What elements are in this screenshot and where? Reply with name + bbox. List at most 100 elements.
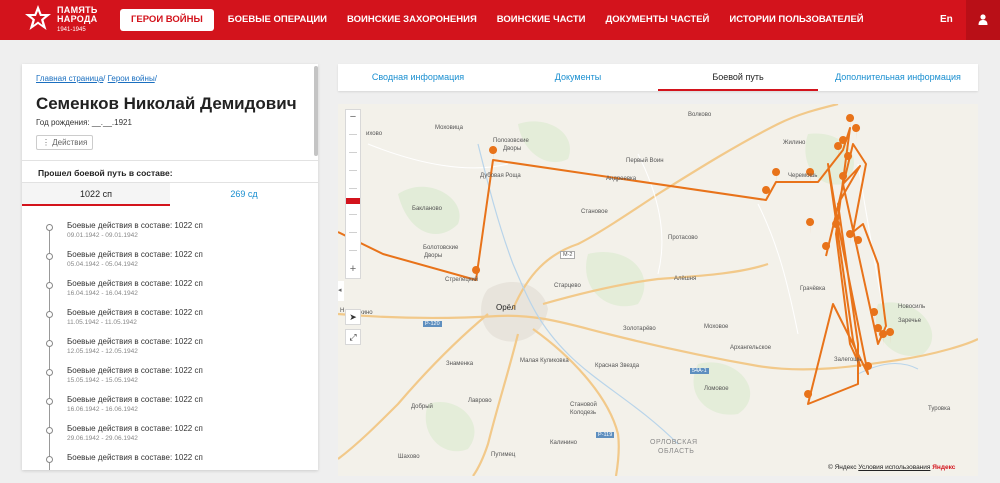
map-label: Колодезь	[570, 410, 597, 416]
zoom-in-button[interactable]: +	[346, 263, 360, 275]
copyright-text: © Яндекс	[828, 464, 857, 471]
tab-additional-info[interactable]: Дополнительная информация	[818, 64, 978, 91]
map-label: Андреевка	[606, 176, 637, 182]
road-label: М-2	[560, 251, 576, 259]
actions-button[interactable]: ⋮ Действия	[36, 135, 94, 150]
map-copyright: © Яндекс Условия использования Яндекс	[828, 464, 955, 471]
map-region-label: ОРЛОВСКАЯ	[650, 439, 698, 446]
combat-path-title: Прошел боевой путь в составе:	[38, 168, 173, 178]
map-label: Н	[340, 308, 345, 314]
timeline-item-title: Боевые действия в составе: 1022 сп	[67, 221, 203, 230]
nav-operations[interactable]: БОЕВЫЕ ОПЕРАЦИИ	[218, 0, 337, 40]
combat-timeline: Боевые действия в составе: 1022 сп 09.01…	[22, 212, 318, 470]
logo[interactable]: ПАМЯТЬ НАРОДА 1941-1945	[24, 3, 104, 37]
map-label: Полозовские	[493, 138, 529, 144]
card-scrollbar[interactable]	[314, 66, 318, 156]
combat-path-map[interactable]: Моховица ихово Полозовские Дворы Волково…	[338, 104, 978, 476]
timeline-item-title: Боевые действия в составе: 1022 сп	[67, 308, 203, 317]
timeline-item-date: 15.05.1942 - 15.05.1942	[67, 377, 138, 384]
timeline-item[interactable]: Боевые действия в составе: 1022 сп 16.06…	[22, 392, 318, 421]
terms-link[interactable]: Условия использования	[858, 464, 930, 471]
language-switch[interactable]: En	[940, 14, 953, 25]
road-label: 54А-1	[690, 368, 709, 374]
user-icon	[978, 14, 988, 25]
timeline-item[interactable]: Боевые действия в составе: 1022 сп 09.01…	[22, 218, 318, 247]
main-nav: ГЕРОИ ВОЙНЫ БОЕВЫЕ ОПЕРАЦИИ ВОИНСКИЕ ЗАХ…	[120, 0, 874, 40]
logo-years: 1941-1945	[57, 27, 86, 33]
zoom-control: − +	[345, 109, 361, 279]
timeline-item[interactable]: Боевые действия в составе: 1022 сп 15.05…	[22, 363, 318, 392]
zoom-slider-thumb[interactable]	[346, 198, 360, 204]
birth-year: Год рождения: __.__.1921	[36, 118, 132, 127]
timeline-item[interactable]: Боевые действия в составе: 1022 сп 05.04…	[22, 247, 318, 276]
nav-burials[interactable]: ВОИНСКИЕ ЗАХОРОНЕНИЯ	[337, 0, 487, 40]
nav-heroes[interactable]: ГЕРОИ ВОЙНЫ	[120, 9, 214, 31]
map-label: Золотарёво	[623, 326, 656, 332]
tab-summary[interactable]: Сводная информация	[338, 64, 498, 91]
timeline-dot	[46, 427, 53, 434]
tab-combat-path[interactable]: Боевой путь	[658, 64, 818, 91]
timeline-item-title: Боевые действия в составе: 1022 сп	[67, 337, 203, 346]
chevron-left-icon[interactable]: ◂	[338, 281, 344, 301]
nav-units[interactable]: ВОИНСКИЕ ЧАСТИ	[487, 0, 596, 40]
hero-name: Семенков Николай Демидович	[36, 94, 297, 113]
map-city-label: Орёл	[496, 303, 516, 312]
map-label: Становой	[570, 402, 597, 408]
route-marker	[806, 218, 815, 234]
map-label: Новосиль	[898, 304, 926, 310]
timeline-item[interactable]: Боевые действия в составе: 1022 сп 29.06…	[22, 421, 318, 450]
zoom-out-button[interactable]: −	[346, 111, 360, 123]
unit-tab-1022[interactable]: 1022 сп	[22, 183, 170, 206]
map-label: Грачёвка	[800, 286, 826, 292]
timeline-dot	[46, 369, 53, 376]
breadcrumb-heroes[interactable]: Герои войны	[108, 74, 155, 83]
map-region-label: ОБЛАСТЬ	[658, 448, 695, 455]
locate-button[interactable]: ➤	[345, 309, 361, 325]
breadcrumb-home[interactable]: Главная страница	[36, 74, 103, 83]
timeline-dot	[46, 398, 53, 405]
timeline-dot	[46, 311, 53, 318]
star-icon	[25, 5, 51, 30]
timeline-dot	[46, 340, 53, 347]
road-label: Р-119	[596, 432, 615, 438]
user-button[interactable]	[966, 0, 1000, 40]
timeline-item-title: Боевые действия в составе: 1022 сп	[67, 279, 203, 288]
timeline-item-date: 05.04.1942 - 05.04.1942	[67, 261, 138, 268]
timeline-item[interactable]: Боевые действия в составе: 1022 сп	[22, 450, 318, 470]
map-label: Красная Звезда	[595, 363, 640, 369]
hero-card: Главная страница/ Герои войны/ Семенков …	[22, 64, 318, 470]
nav-unit-documents[interactable]: ДОКУМЕНТЫ ЧАСТЕЙ	[596, 0, 720, 40]
route-marker	[852, 124, 861, 140]
map-label: Туровка	[928, 406, 951, 412]
timeline-item[interactable]: Боевые действия в составе: 1022 сп 16.04…	[22, 276, 318, 305]
map-label: кино	[360, 310, 373, 316]
map-label: Дубовая Роща	[480, 173, 521, 179]
yandex-logo[interactable]: Яндекс	[932, 464, 955, 471]
map-label: Залегощь	[834, 357, 862, 363]
map-label: Волково	[688, 112, 712, 118]
timeline-item[interactable]: Боевые действия в составе: 1022 сп 12.05…	[22, 334, 318, 363]
nav-user-stories[interactable]: ИСТОРИИ ПОЛЬЗОВАТЕЛЕЙ	[719, 0, 873, 40]
timeline-item[interactable]: Боевые действия в составе: 1022 сп 11.05…	[22, 305, 318, 334]
map-label: Шахово	[398, 454, 420, 460]
timeline-item-title: Боевые действия в составе: 1022 сп	[67, 395, 203, 404]
fullscreen-button[interactable]: ⤢	[345, 329, 361, 345]
top-navigation-bar: ПАМЯТЬ НАРОДА 1941-1945 ГЕРОИ ВОЙНЫ БОЕВ…	[0, 0, 1000, 40]
unit-tab-269[interactable]: 269 сд	[170, 183, 318, 206]
route-marker	[886, 328, 895, 344]
map-label: Черемошь	[788, 173, 818, 179]
route-marker	[846, 230, 855, 246]
timeline-item-date: 16.06.1942 - 16.06.1942	[67, 406, 138, 413]
tab-documents[interactable]: Документы	[498, 64, 658, 91]
timeline-dot	[46, 456, 53, 463]
hero-tabs: Сводная информация Документы Боевой путь…	[338, 64, 978, 91]
map-label: Стрелецкий	[445, 277, 479, 283]
map-label: Лаврово	[468, 398, 492, 404]
timeline-item-title: Боевые действия в составе: 1022 сп	[67, 366, 203, 375]
timeline-dot	[46, 253, 53, 260]
map-label: Болотовские	[423, 245, 459, 251]
map-label: Архангельское	[730, 345, 772, 351]
map-label: Жилино	[783, 140, 806, 146]
logo-title: ПАМЯТЬ НАРОДА	[57, 5, 98, 24]
timeline-item-date: 16.04.1942 - 16.04.1942	[67, 290, 138, 297]
